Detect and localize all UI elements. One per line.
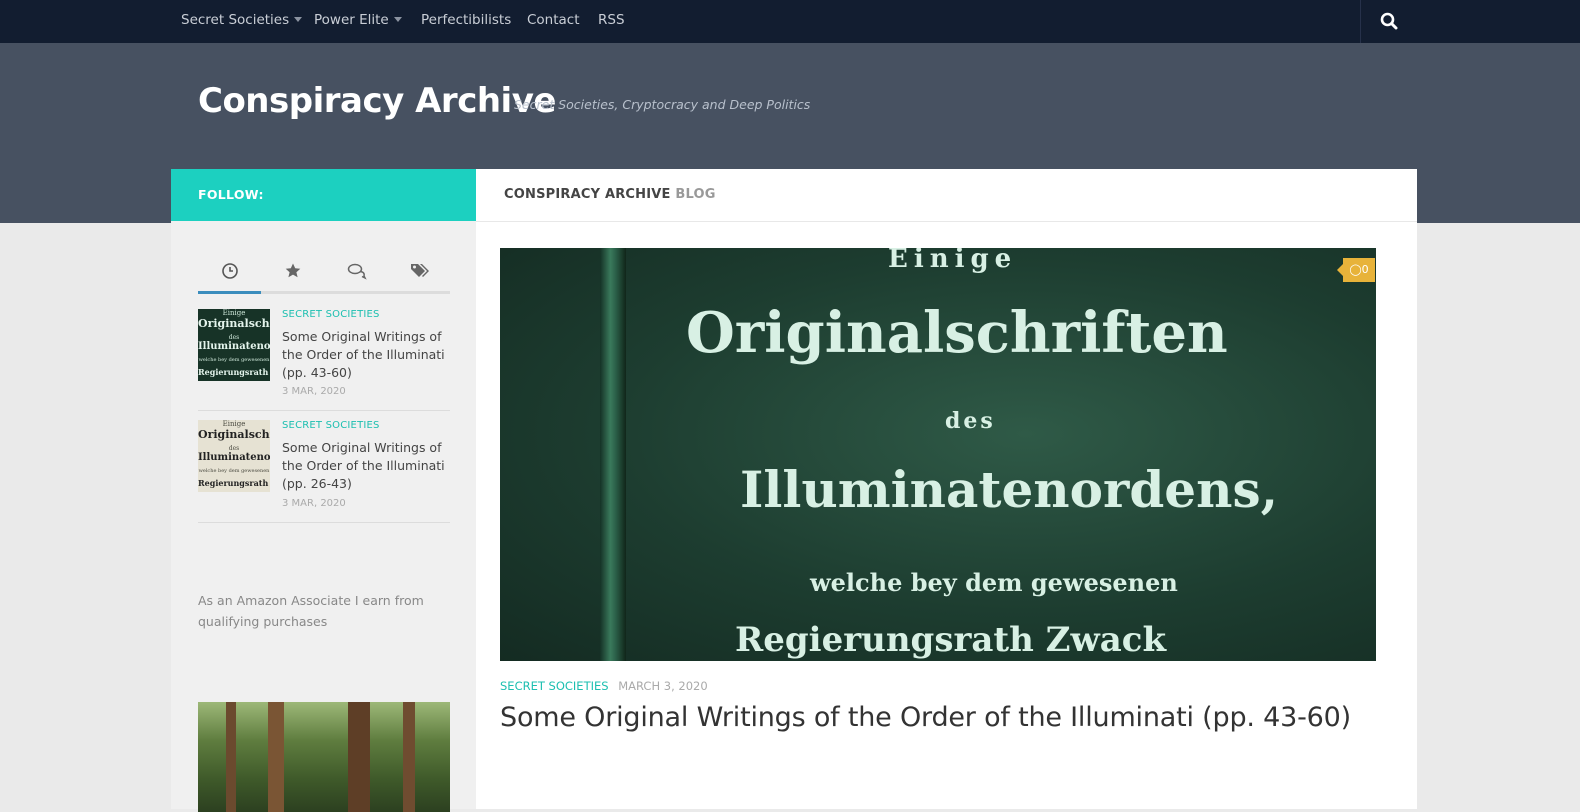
post-date: 3 MAR, 2020	[282, 498, 346, 509]
follow-bar: FOLLOW:	[171, 169, 476, 221]
nav-item-label: Secret Societies	[181, 12, 290, 28]
image-text: Regierungsrath Zwack	[735, 620, 1167, 660]
sidebar-tabs	[198, 255, 450, 294]
comments-icon	[347, 263, 367, 280]
image-text: Originalschriften	[686, 300, 1228, 366]
post-date: MARCH 3, 2020	[618, 679, 708, 693]
nav-item-contact[interactable]: Contact	[527, 0, 580, 43]
post-thumbnail[interactable]: Einige Originalschriften des Illuminaten…	[198, 309, 270, 381]
top-navigation: Secret Societies Power Elite Perfectibil…	[0, 0, 1580, 43]
amazon-associate-note: As an Amazon Associate I earn from quali…	[198, 593, 424, 629]
site-title[interactable]: Conspiracy Archive	[198, 81, 556, 121]
comments-icon: ◯	[1349, 263, 1362, 276]
nav-item-label: Perfectibilists	[421, 12, 512, 28]
follow-label: FOLLOW:	[198, 187, 264, 202]
image-text: Illuminatenordens,	[740, 460, 1279, 519]
star-icon	[285, 263, 301, 278]
nav-item-label: RSS	[598, 12, 625, 28]
image-text: Einige	[888, 248, 1018, 274]
comment-count-badge[interactable]: ◯0	[1337, 258, 1375, 282]
post-category[interactable]: SECRET SOCIETIES	[500, 679, 609, 693]
blog-heading-secondary: BLOG	[675, 187, 716, 202]
tab-comments[interactable]	[324, 255, 387, 291]
nav-item-perfectibilists[interactable]: Perfectibilists	[421, 0, 511, 43]
image-text: des	[945, 408, 996, 434]
tab-recent[interactable]	[198, 255, 261, 294]
tags-icon	[411, 264, 429, 277]
post-category[interactable]: SECRET SOCIETIES	[282, 309, 380, 320]
tab-popular[interactable]	[261, 255, 324, 291]
tab-tags[interactable]	[387, 255, 450, 291]
post-title[interactable]: Some Original Writings of the Order of t…	[282, 439, 452, 493]
search-icon	[1380, 12, 1398, 30]
post-meta: SECRET SOCIETIES MARCH 3, 2020	[500, 679, 708, 693]
chevron-down-icon	[393, 17, 402, 22]
image-text: welche bey dem gewesenen	[810, 568, 1178, 597]
list-item[interactable]: Einige Originalschriften des Illuminaten…	[198, 420, 450, 523]
post-date: 3 MAR, 2020	[282, 386, 346, 397]
list-item[interactable]: Einige Originalschriften des Illuminaten…	[198, 309, 450, 411]
chevron-down-icon	[294, 17, 303, 22]
nav-item-secret-societies[interactable]: Secret Societies	[181, 0, 303, 43]
nav-item-power-elite[interactable]: Power Elite	[314, 0, 402, 43]
nav-item-label: Power Elite	[314, 12, 389, 28]
blog-heading: CONSPIRACY ARCHIVE BLOG	[476, 169, 1417, 222]
clock-icon	[222, 263, 238, 279]
post-title[interactable]: Some Original Writings of the Order of t…	[500, 702, 1351, 733]
nav-item-rss[interactable]: RSS	[598, 0, 625, 43]
nav-item-label: Contact	[527, 12, 580, 28]
post-thumbnail[interactable]: Einige Originalschriften des Illuminaten…	[198, 420, 270, 492]
forest-image	[198, 702, 450, 812]
search-button[interactable]	[1360, 0, 1415, 43]
sidebar: FOLLOW: Einige Originalsch des Illuminat…	[171, 169, 476, 812]
site-tagline: Secret Societies, Cryptocracy and Deep P…	[514, 97, 811, 112]
post-category[interactable]: SECRET SOCIETIES	[282, 420, 380, 431]
post-title[interactable]: Some Original Writings of the Order of t…	[282, 328, 452, 382]
book-spine	[600, 248, 626, 661]
comment-count: 0	[1361, 263, 1369, 276]
featured-image[interactable]: Einige Originalschriften des Illuminaten…	[500, 248, 1376, 661]
blog-heading-primary: CONSPIRACY ARCHIVE	[504, 187, 671, 202]
